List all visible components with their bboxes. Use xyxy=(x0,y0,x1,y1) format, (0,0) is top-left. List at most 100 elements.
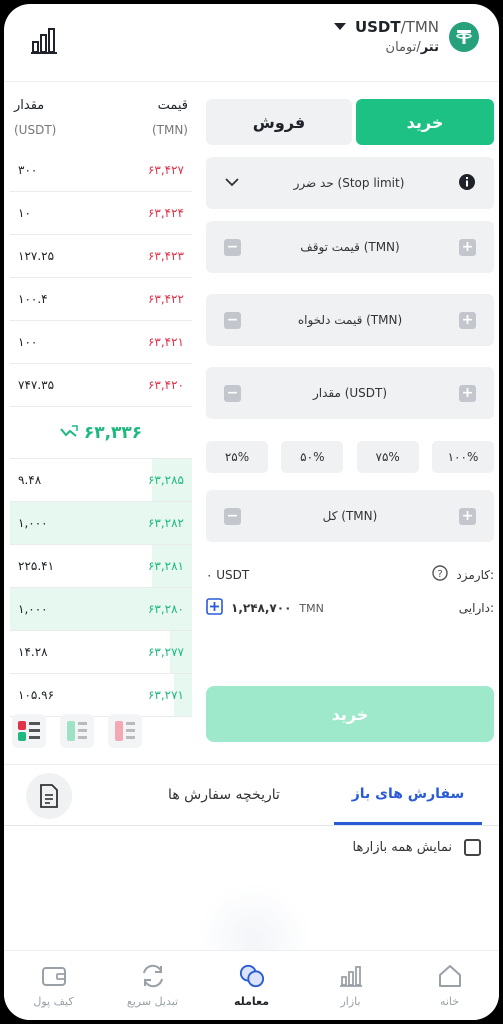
buy-order-row[interactable]: ۱۰۵.۹۶ ۶۳,۲۷۱ xyxy=(10,674,192,717)
chart-icon[interactable] xyxy=(30,26,60,56)
plus-icon[interactable]: + xyxy=(459,238,476,256)
show-all-checkbox[interactable] xyxy=(464,839,481,856)
minus-icon[interactable]: − xyxy=(224,238,241,256)
tether-logo-icon xyxy=(449,21,479,52)
buy-order-row[interactable]: ۱۴.۲۸ ۶۳,۲۷۷ xyxy=(10,631,192,674)
view-both-icon[interactable] xyxy=(12,714,46,748)
svg-text:?: ? xyxy=(438,569,443,580)
order-amount: ۱۰۰.۴ xyxy=(18,292,48,306)
chevron-down-icon xyxy=(224,176,240,190)
tab-open-orders[interactable]: سفارش های باز xyxy=(334,765,482,825)
limit-price-field[interactable]: − قیمت دلخواه (TMN) + xyxy=(206,294,494,346)
order-price: ۶۳,۲۸۲ xyxy=(147,516,184,530)
sell-order-row[interactable]: ۷۴۷.۳۵ ۶۳,۴۲۰ xyxy=(10,364,192,407)
price-column-unit: (TMN) xyxy=(151,123,188,137)
amount-field[interactable]: − مقدار (USDT) + xyxy=(206,367,494,419)
pair-base: USDT xyxy=(354,18,401,36)
amount-column-header: مقدار xyxy=(14,98,45,113)
last-trade-price[interactable]: ۶۳,۳۳۶ xyxy=(10,407,192,459)
market-header: USDT/TMN تتر/تومان xyxy=(4,4,499,82)
sell-order-row[interactable]: ۳۰۰ ۶۳,۴۲۷ xyxy=(10,149,192,192)
nav-home-label: خانه xyxy=(439,995,460,1008)
order-book: مقدار (USDT) قیمت (TMN) ۳۰۰ ۶۳,۴۲۷ ۱۰ ۶۳,۴۲… xyxy=(10,82,192,774)
nav-wallet-label: کیف پول xyxy=(33,995,74,1008)
tabs-divider xyxy=(4,825,499,826)
sell-orders: ۳۰۰ ۶۳,۴۲۷ ۱۰ ۶۳,۴۲۴ ۱۲۷.۲۵ ۶۳,۴۲۳ ۱۰۰.۴ ۶۳,۴۲۲… xyxy=(10,149,192,407)
plus-icon[interactable]: + xyxy=(459,311,476,329)
sell-order-row[interactable]: ۱۰۰.۴ ۶۳,۴۲۲ xyxy=(10,278,192,321)
nav-wallet[interactable]: کیف پول xyxy=(4,951,103,1020)
fee-label: کارمزد: xyxy=(456,567,494,582)
stop-price-field[interactable]: − قیمت توقف (TMN) + xyxy=(206,221,494,273)
book-view-toggles xyxy=(12,714,142,748)
nav-market[interactable]: بازار xyxy=(301,951,400,1020)
buy-order-row[interactable]: ۱,۰۰۰ ۶۳,۲۸۲ xyxy=(10,502,192,545)
minus-icon[interactable]: − xyxy=(224,384,241,402)
nav-trade[interactable]: معامله xyxy=(202,951,301,1020)
home-icon xyxy=(437,963,463,989)
pct-50-button[interactable]: ۵۰% xyxy=(281,441,344,473)
deposit-plus-icon[interactable] xyxy=(206,598,223,618)
order-amount: ۹.۴۸ xyxy=(18,473,42,487)
orders-section: تاریخچه سفارش ها سفارش های باز نمایش همه… xyxy=(4,764,499,874)
submit-buy-button[interactable]: خرید xyxy=(206,686,494,742)
order-price: ۶۳,۲۸۵ xyxy=(147,473,184,487)
side-tabs: فروش خرید xyxy=(206,99,494,145)
buy-tab[interactable]: خرید xyxy=(356,99,494,145)
total-label: کل (TMN) xyxy=(322,509,378,523)
order-price: ۶۳,۲۸۰ xyxy=(147,602,184,616)
pct-25-button[interactable]: ۲۵% xyxy=(206,441,268,473)
minus-icon[interactable]: − xyxy=(224,507,241,525)
swap-icon xyxy=(140,963,166,989)
order-amount: ۱۰۵.۹۶ xyxy=(18,688,55,702)
order-price: ۶۳,۲۸۱ xyxy=(147,559,184,573)
balance-line: ۱,۲۴۸,۷۰۰ TMN دارایی: xyxy=(206,598,494,618)
help-icon[interactable]: ? xyxy=(432,565,449,584)
order-amount: ۱,۰۰۰ xyxy=(18,516,48,530)
pct-100-button[interactable]: ۱۰۰% xyxy=(431,441,494,473)
sell-order-row[interactable]: ۱۰ ۶۳,۴۲۴ xyxy=(10,192,192,235)
nav-trade-label: معامله xyxy=(233,995,270,1008)
bottom-navigation: کیف پول تبدیل سریع معامله بازار خانه xyxy=(4,950,499,1020)
buy-order-row[interactable]: ۲۲۵.۴۱ ۶۳,۲۸۱ xyxy=(10,545,192,588)
order-price: ۶۳,۴۲۳ xyxy=(147,249,184,263)
sell-order-row[interactable]: ۱۲۷.۲۵ ۶۳,۴۲۳ xyxy=(10,235,192,278)
nav-home[interactable]: خانه xyxy=(400,951,499,1020)
sell-order-row[interactable]: ۱۰۰ ۶۳,۴۲۱ xyxy=(10,321,192,364)
document-icon[interactable] xyxy=(26,773,72,819)
nav-quick-swap[interactable]: تبدیل سریع xyxy=(103,951,202,1020)
info-icon[interactable] xyxy=(458,173,476,194)
plus-icon[interactable]: + xyxy=(459,384,476,402)
order-amount: ۳۰۰ xyxy=(18,163,38,177)
order-amount: ۷۴۷.۳۵ xyxy=(18,378,55,392)
total-field[interactable]: − کل (TMN) + xyxy=(206,490,494,542)
order-price: ۶۳,۴۲۰ xyxy=(147,378,184,392)
buy-orders: ۹.۴۸ ۶۳,۲۸۵ ۱,۰۰۰ ۶۳,۲۸۲ ۲۲۵.۴۱ ۶۳,۲۸۱ ۱,۰۰۰ ۶۳… xyxy=(10,459,192,717)
balance-label: دارایی: xyxy=(458,601,494,615)
show-all-markets-toggle[interactable]: نمایش همه بازارها xyxy=(353,839,481,856)
order-price: ۶۳,۴۲۷ xyxy=(147,163,184,177)
view-sells-icon[interactable] xyxy=(108,714,142,748)
order-amount: ۲۲۵.۴۱ xyxy=(18,559,55,573)
buy-order-row[interactable]: ۹.۴۸ ۶۳,۲۸۵ xyxy=(10,459,192,502)
order-amount: ۱۰ xyxy=(18,206,31,220)
amount-column-unit: (USDT) xyxy=(14,123,57,137)
minus-icon[interactable]: − xyxy=(224,311,241,329)
plus-icon[interactable]: + xyxy=(459,507,476,525)
order-amount: ۱,۰۰۰ xyxy=(18,602,48,616)
show-all-label: نمایش همه بازارها xyxy=(352,840,452,855)
nav-quick-swap-label: تبدیل سریع xyxy=(126,995,179,1008)
balance-value: ۱,۲۴۸,۷۰۰ xyxy=(231,601,292,615)
fee-value: ۰ USDT xyxy=(206,567,250,582)
buy-order-row[interactable]: ۱,۰۰۰ ۶۳,۲۸۰ xyxy=(10,588,192,631)
app-screen: USDT/TMN تتر/تومان مقدار (USDT) قیمت (TM… xyxy=(4,4,499,1020)
trade-icon xyxy=(239,963,265,989)
sell-tab[interactable]: فروش xyxy=(206,99,352,145)
market-selector[interactable]: USDT/TMN تتر/تومان xyxy=(333,18,479,55)
trend-up-icon xyxy=(60,423,78,443)
pct-75-button[interactable]: ۷۵% xyxy=(356,441,419,473)
tab-order-history[interactable]: تاریخچه سفارش ها xyxy=(149,765,299,825)
order-type-select[interactable]: حد ضرر (Stop limit) xyxy=(206,157,494,209)
wallet-icon xyxy=(41,963,67,989)
view-buys-icon[interactable] xyxy=(60,714,94,748)
